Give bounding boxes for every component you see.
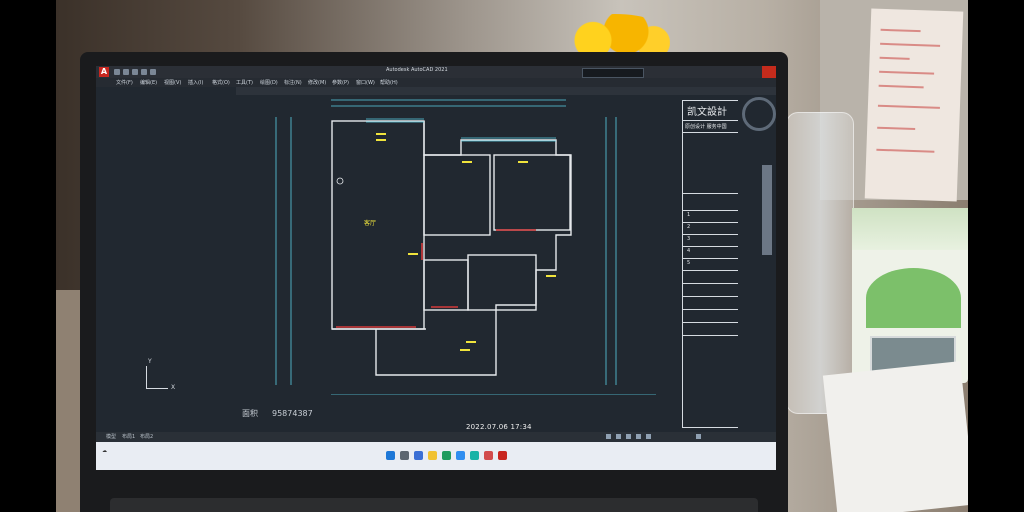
photo-timestamp: 2022.07.06 17:34 xyxy=(466,423,532,431)
room-label: 客厅 xyxy=(364,219,376,227)
save-icon[interactable] xyxy=(132,69,138,75)
menu-bar: 文件(F) 编辑(E) 视图(V) 插入(I) 格式(O) 工具(T) 绘图(D… xyxy=(96,78,776,87)
grid-toggle-icon[interactable] xyxy=(606,434,611,439)
menu-params[interactable]: 参数(P) xyxy=(332,79,349,86)
status-bar: 模型 布局1 布局2 xyxy=(96,432,776,442)
area-readout: 面积 95874387 xyxy=(242,408,313,419)
ortho-toggle-icon[interactable] xyxy=(626,434,631,439)
file-explorer-icon[interactable] xyxy=(428,451,437,460)
title-row: 4 xyxy=(683,247,745,259)
menu-file[interactable]: 文件(F) xyxy=(116,79,133,86)
search-icon[interactable] xyxy=(400,451,409,460)
new-file-icon[interactable] xyxy=(114,69,120,75)
app-icon[interactable] xyxy=(470,451,479,460)
viewcube-icon[interactable] xyxy=(742,97,776,131)
close-button[interactable] xyxy=(762,66,776,78)
weather-widget[interactable]: ☁ xyxy=(102,448,107,454)
search-input[interactable] xyxy=(582,68,644,78)
autocad-logo-icon[interactable]: A xyxy=(99,67,109,77)
menu-modify[interactable]: 修改(M) xyxy=(308,79,326,86)
open-file-icon[interactable] xyxy=(123,69,129,75)
menu-tools[interactable]: 工具(T) xyxy=(236,79,253,86)
cad-titlebar: A Autodesk AutoCAD 2021 xyxy=(96,66,776,78)
letterbox-right xyxy=(968,0,1024,512)
dim-annotations xyxy=(376,133,556,351)
menu-draw[interactable]: 绘图(D) xyxy=(260,79,278,86)
tab-layout1[interactable]: 布局1 xyxy=(122,433,135,440)
floor-plan: 客厅 xyxy=(275,99,656,395)
title-row: 1 xyxy=(683,211,745,223)
drawing-tabs[interactable] xyxy=(236,87,776,95)
walls xyxy=(331,120,572,376)
redo-icon[interactable] xyxy=(150,69,156,75)
laptop-hinge xyxy=(110,498,758,512)
window-marks xyxy=(366,118,556,142)
snap-toggle-icon[interactable] xyxy=(616,434,621,439)
osnap-toggle-icon[interactable] xyxy=(646,434,651,439)
laptop: A Autodesk AutoCAD 2021 文件(F) 编辑(E) 视图(V… xyxy=(80,52,788,512)
app-icon[interactable] xyxy=(456,451,465,460)
settings-icon[interactable] xyxy=(696,434,701,439)
start-icon[interactable] xyxy=(386,451,395,460)
red-wall-marks xyxy=(336,229,536,328)
axis-x-label: X xyxy=(171,384,176,391)
menu-format[interactable]: 格式(O) xyxy=(212,79,230,86)
menu-insert[interactable]: 插入(I) xyxy=(188,79,203,86)
menu-window[interactable]: 窗口(W) xyxy=(356,79,375,86)
title-row: 3 xyxy=(683,235,745,247)
axis-y-label: Y xyxy=(148,358,152,365)
app-icon[interactable] xyxy=(484,451,493,460)
menu-dimension[interactable]: 标注(N) xyxy=(284,79,302,86)
scrollbar[interactable] xyxy=(762,165,772,255)
menu-view[interactable]: 视图(V) xyxy=(164,79,181,86)
company-slogan: 原创设计 服务中国 xyxy=(683,121,745,133)
area-value: 95874387 xyxy=(272,409,313,418)
task-view-icon[interactable] xyxy=(414,451,423,460)
menu-edit[interactable]: 编辑(E) xyxy=(140,79,157,86)
navigation-bar xyxy=(738,95,776,432)
polar-toggle-icon[interactable] xyxy=(636,434,641,439)
title-row: 2 xyxy=(683,223,745,235)
autocad-taskbar-icon[interactable] xyxy=(498,451,507,460)
title-row: 5 xyxy=(683,259,745,271)
laptop-screen: A Autodesk AutoCAD 2021 文件(F) 编辑(E) 视图(V… xyxy=(96,66,776,470)
company-logo: 凯文設計 xyxy=(683,101,745,121)
windows-taskbar: ☁ xyxy=(96,442,776,470)
undo-icon[interactable] xyxy=(141,69,147,75)
letterbox-left xyxy=(0,0,56,512)
product-box xyxy=(852,208,968,383)
document-stack xyxy=(822,361,976,512)
glass-jar xyxy=(786,112,854,414)
pinned-paper xyxy=(864,8,964,202)
menu-help[interactable]: 帮助(H) xyxy=(380,79,398,86)
browser-icon[interactable] xyxy=(442,451,451,460)
left-drawing-area[interactable] xyxy=(96,87,236,432)
area-label: 面积 xyxy=(242,409,258,418)
title-block: 凯文設計 原创设计 服务中国 1 2 3 4 5 xyxy=(682,100,746,428)
tab-model[interactable]: 模型 xyxy=(106,433,116,440)
window-title: Autodesk AutoCAD 2021 xyxy=(386,67,448,73)
tab-layout2[interactable]: 布局2 xyxy=(140,433,153,440)
photo-scene: A Autodesk AutoCAD 2021 文件(F) 编辑(E) 视图(V… xyxy=(0,0,1024,512)
